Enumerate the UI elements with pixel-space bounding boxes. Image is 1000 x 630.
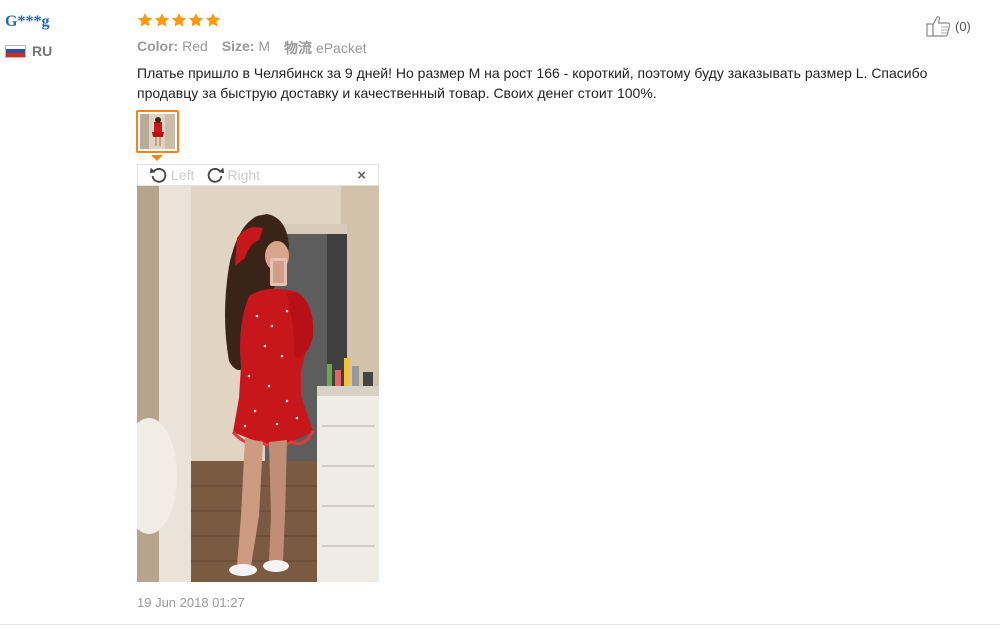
russia-flag-icon bbox=[5, 44, 26, 58]
review-text: Платье пришло в Челябинск за 9 дней! Но … bbox=[137, 65, 928, 101]
helpful-count: (0) bbox=[955, 18, 971, 34]
photo-viewer-toolbar: Left Right × bbox=[137, 164, 379, 186]
thumbs-up-icon[interactable] bbox=[926, 15, 952, 37]
order-attributes: Color: Red Size: M 物流 ePacket bbox=[137, 38, 367, 58]
review-photo-thumbnail[interactable] bbox=[136, 110, 179, 153]
star-icon bbox=[137, 13, 153, 27]
star-rating bbox=[137, 12, 221, 28]
review-photo bbox=[137, 186, 379, 582]
attr-color: Color: Red bbox=[137, 38, 208, 54]
review-photo-image bbox=[137, 186, 379, 582]
rotate-right-icon bbox=[208, 167, 225, 183]
rotate-left-label: Left bbox=[171, 167, 195, 183]
country-code: RU bbox=[32, 43, 53, 59]
star-icon bbox=[171, 13, 187, 27]
reviewer-name[interactable]: G***g bbox=[5, 13, 49, 31]
rotate-right-button[interactable]: Right bbox=[204, 164, 260, 186]
rotate-right-label: Right bbox=[227, 167, 261, 183]
review-divider bbox=[0, 624, 1000, 625]
attr-size: Size: M bbox=[221, 38, 271, 54]
reviewer-country: RU bbox=[5, 43, 52, 59]
thumbnail-image bbox=[140, 114, 175, 149]
close-viewer-button[interactable]: × bbox=[357, 167, 366, 184]
attr-shipping: 物流 ePacket bbox=[284, 40, 367, 56]
review-date: 19 Jun 2018 01:27 bbox=[137, 595, 245, 610]
helpful-button[interactable]: (0) bbox=[926, 15, 971, 37]
rotate-left-button[interactable]: Left bbox=[148, 164, 194, 186]
star-icon bbox=[154, 13, 170, 27]
thumbnail-pointer bbox=[151, 155, 163, 161]
star-icon bbox=[188, 13, 204, 27]
star-icon bbox=[205, 13, 221, 27]
rotate-left-icon bbox=[149, 167, 167, 183]
